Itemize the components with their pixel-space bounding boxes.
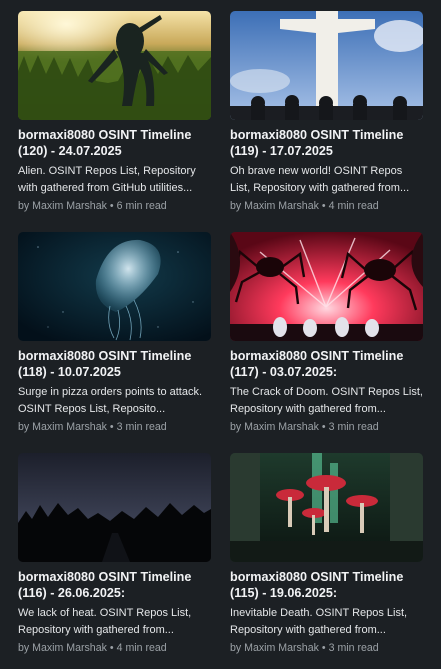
article-meta: by Maxim Marshak • 4 min read: [18, 640, 211, 656]
article-excerpt: The Crack of Doom. OSINT Repos List, Rep…: [230, 386, 423, 415]
mushroom-city-image: [230, 453, 423, 562]
meta-separator: •: [321, 421, 326, 433]
article-author: by Maxim Marshak: [18, 421, 107, 433]
giant-spiders-image: [230, 232, 423, 341]
article-meta: by Maxim Marshak • 6 min read: [18, 198, 211, 214]
article-card[interactable]: bormaxi8080 OSINT Timeline (118) - 10.07…: [18, 232, 211, 453]
article-excerpt: We lack of heat. OSINT Repos List, Repos…: [18, 607, 192, 636]
article-card[interactable]: bormaxi8080 OSINT Timeline (119) - 17.07…: [230, 11, 423, 232]
article-title[interactable]: bormaxi8080 OSINT Timeline (117) - 03.07…: [230, 348, 423, 380]
statue-with-riot-police-image: [230, 11, 423, 120]
meta-separator: •: [321, 200, 326, 212]
meta-separator: •: [109, 421, 114, 433]
article-excerpt: Inevitable Death. OSINT Repos List, Repo…: [230, 607, 408, 636]
article-author: by Maxim Marshak: [18, 642, 107, 654]
dark-forest-road-image: [18, 453, 211, 562]
article-author: by Maxim Marshak: [230, 642, 319, 654]
article-thumbnail[interactable]: [230, 232, 423, 341]
article-thumbnail[interactable]: [18, 453, 211, 562]
jellyfish-image: [18, 232, 211, 341]
article-thumbnail[interactable]: [230, 11, 423, 120]
article-thumbnail[interactable]: [18, 11, 211, 120]
article-author: by Maxim Marshak: [18, 200, 107, 212]
article-author: by Maxim Marshak: [230, 421, 319, 433]
alien-in-field-image: [18, 11, 211, 120]
article-read-time: 4 min read: [116, 642, 167, 654]
article-card[interactable]: bormaxi8080 OSINT Timeline (116) - 26.06…: [18, 453, 211, 669]
article-read-time: 3 min read: [328, 642, 379, 654]
article-title[interactable]: bormaxi8080 OSINT Timeline (120) - 24.07…: [18, 127, 211, 159]
article-card[interactable]: bormaxi8080 OSINT Timeline (120) - 24.07…: [18, 11, 211, 232]
meta-separator: •: [321, 642, 326, 654]
article-thumbnail[interactable]: [18, 232, 211, 341]
article-read-time: 4 min read: [328, 200, 379, 212]
article-meta: by Maxim Marshak • 4 min read: [230, 198, 423, 214]
article-excerpt: Surge in pizza orders points to attack. …: [18, 386, 203, 415]
article-excerpt: Alien. OSINT Repos List, Repository with…: [18, 165, 196, 194]
article-excerpt: Oh brave new world! OSINT Repos List, Re…: [230, 165, 410, 194]
article-read-time: 6 min read: [116, 200, 167, 212]
article-meta: by Maxim Marshak • 3 min read: [230, 419, 423, 435]
article-title[interactable]: bormaxi8080 OSINT Timeline (116) - 26.06…: [18, 569, 211, 601]
article-card[interactable]: bormaxi8080 OSINT Timeline (115) - 19.06…: [230, 453, 423, 669]
article-card[interactable]: bormaxi8080 OSINT Timeline (117) - 03.07…: [230, 232, 423, 453]
meta-separator: •: [109, 200, 114, 212]
meta-separator: •: [109, 642, 114, 654]
article-meta: by Maxim Marshak • 3 min read: [230, 640, 423, 656]
article-read-time: 3 min read: [116, 421, 167, 433]
article-grid: bormaxi8080 OSINT Timeline (120) - 24.07…: [18, 11, 423, 669]
article-author: by Maxim Marshak: [230, 200, 319, 212]
article-title[interactable]: bormaxi8080 OSINT Timeline (118) - 10.07…: [18, 348, 211, 380]
article-meta: by Maxim Marshak • 3 min read: [18, 419, 211, 435]
article-read-time: 3 min read: [328, 421, 379, 433]
article-title[interactable]: bormaxi8080 OSINT Timeline (115) - 19.06…: [230, 569, 423, 601]
article-title[interactable]: bormaxi8080 OSINT Timeline (119) - 17.07…: [230, 127, 423, 159]
article-thumbnail[interactable]: [230, 453, 423, 562]
